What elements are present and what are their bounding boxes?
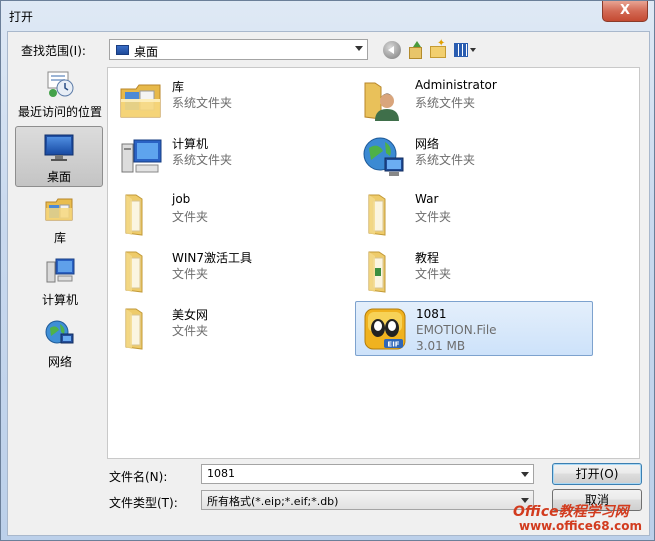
file-item-meinvwang[interactable]: 美女网 文件夹 xyxy=(112,301,350,354)
title-bar[interactable]: 打开 X xyxy=(1,1,654,31)
sidebar-item-recent[interactable]: 最近访问的位置 xyxy=(17,70,103,122)
window-title: 打开 xyxy=(9,10,34,24)
file-item-1081[interactable]: EIF 1081 EMOTION.File 3.01 MB xyxy=(355,301,593,356)
user-folder-icon xyxy=(364,82,399,121)
back-icon[interactable] xyxy=(383,41,401,59)
open-file-dialog: 打开 X 查找范围(I): 桌面 最近访问的位置 xyxy=(0,0,655,541)
filename-label: 文件名(N): xyxy=(109,470,168,484)
file-type: 系统文件夹 xyxy=(172,153,233,167)
file-type: 系统文件夹 xyxy=(415,153,476,167)
chevron-down-icon[interactable] xyxy=(521,472,529,477)
file-name: Administrator xyxy=(415,78,497,92)
file-name: WIN7激活工具 xyxy=(172,251,253,265)
places-bar: 最近访问的位置 桌面 库 计算机 网络 xyxy=(11,66,105,461)
filetype-value: 所有格式(*.eip;*.eif;*.db) xyxy=(207,495,339,508)
views-menu-icon[interactable] xyxy=(453,41,479,59)
file-size: 3.01 MB xyxy=(416,339,466,353)
file-name: job xyxy=(172,192,191,206)
network-icon xyxy=(363,137,404,176)
file-item-job[interactable]: job 文件夹 xyxy=(112,187,350,240)
file-name: 1081 xyxy=(416,307,447,321)
file-item-tutorial[interactable]: 教程 文件夹 xyxy=(355,244,593,297)
sidebar-item-desktop[interactable]: 桌面 xyxy=(15,126,103,187)
sidebar-item-computer[interactable]: 计算机 xyxy=(17,256,103,307)
watermark-title: Office教程学习网 xyxy=(513,504,629,520)
file-name: 网络 xyxy=(415,137,440,151)
filetype-select[interactable]: 所有格式(*.eip;*.eif;*.db) xyxy=(201,490,534,510)
sidebar-item-label: 最近访问的位置 xyxy=(17,105,102,119)
file-type: 系统文件夹 xyxy=(415,96,476,110)
file-type: 文件夹 xyxy=(172,210,209,224)
file-type: 文件夹 xyxy=(415,210,452,224)
desktop-icon xyxy=(116,45,129,55)
file-type: 系统文件夹 xyxy=(172,96,233,110)
svg-text:EIF: EIF xyxy=(387,341,399,349)
file-item-administrator[interactable]: Administrator 系统文件夹 xyxy=(355,73,593,126)
chevron-down-icon[interactable] xyxy=(355,46,363,51)
qq-emotion-file-icon: EIF xyxy=(364,308,406,350)
file-name: War xyxy=(415,192,439,206)
network-icon xyxy=(45,320,74,344)
file-name: 美女网 xyxy=(172,308,209,322)
watermark-url: www.office68.com xyxy=(519,519,643,533)
sidebar-item-label: 计算机 xyxy=(41,293,78,307)
file-item-libraries[interactable]: 库 系统文件夹 xyxy=(112,73,350,126)
close-button[interactable]: X xyxy=(602,1,648,22)
folder-icon xyxy=(125,251,143,293)
file-item-war[interactable]: War 文件夹 xyxy=(355,187,593,240)
open-button[interactable]: 打开(O) xyxy=(552,463,642,485)
desktop-icon xyxy=(44,134,74,161)
computer-icon xyxy=(46,258,75,283)
recent-places-icon xyxy=(47,71,74,97)
file-type: 文件夹 xyxy=(172,324,209,338)
filename-value: 1081 xyxy=(207,467,235,480)
folder-icon xyxy=(368,251,386,293)
file-type: EMOTION.File xyxy=(416,323,497,337)
lookin-label: 查找范围(I): xyxy=(21,44,86,58)
sidebar-item-network[interactable]: 网络 xyxy=(17,318,103,369)
file-name: 库 xyxy=(172,80,185,94)
up-folder-icon[interactable] xyxy=(407,41,425,59)
file-type: 文件夹 xyxy=(172,267,209,281)
sidebar-item-label: 库 xyxy=(53,231,66,245)
folder-icon xyxy=(368,194,386,236)
new-folder-icon[interactable] xyxy=(429,38,447,59)
file-item-computer[interactable]: 计算机 系统文件夹 xyxy=(112,130,350,183)
file-item-network[interactable]: 网络 系统文件夹 xyxy=(355,130,593,183)
filetype-label: 文件类型(T): xyxy=(109,496,178,510)
sidebar-item-label: 网络 xyxy=(47,355,72,369)
file-name: 计算机 xyxy=(172,137,209,151)
folder-icon xyxy=(125,194,143,236)
sidebar-item-libraries[interactable]: 库 xyxy=(17,194,103,245)
file-type: 文件夹 xyxy=(415,267,452,281)
filename-field[interactable]: 1081 xyxy=(201,464,534,484)
libraries-icon xyxy=(120,84,161,118)
lookin-dropdown[interactable]: 桌面 xyxy=(109,39,368,60)
libraries-icon xyxy=(45,198,73,221)
sidebar-item-label: 桌面 xyxy=(46,170,71,184)
computer-icon xyxy=(121,139,162,173)
file-name: 教程 xyxy=(415,251,440,265)
file-list-pane[interactable]: 库 系统文件夹 Administrator 系统文件夹 计算机 系统文件夹 网络… xyxy=(107,67,640,459)
lookin-value: 桌面 xyxy=(134,45,159,59)
file-item-win7-tool[interactable]: WIN7激活工具 文件夹 xyxy=(112,244,350,297)
folder-icon xyxy=(125,308,143,350)
